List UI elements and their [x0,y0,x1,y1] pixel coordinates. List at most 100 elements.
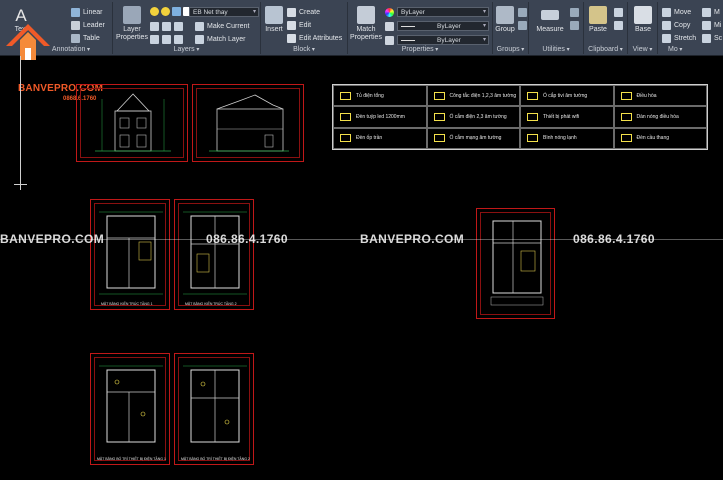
linetype-dropdown[interactable]: ByLayer [397,21,489,31]
create-block-button[interactable]: Create [287,8,320,17]
legend-label: Bình nóng lạnh [543,135,577,142]
modify-panel-title[interactable]: Mo [658,46,723,53]
color-wheel-icon [385,8,394,17]
move-button[interactable]: Move [662,8,691,17]
legend-label: Ổ cắp tivi âm tường [543,92,588,99]
watermark-brand-center: BANVEPRO.COM [360,232,465,246]
sheet-caption: MẶT BẰNG BỐ TRÍ THIẾT BỊ ĐIỆN TẦNG 1 [97,457,166,461]
floor-plan-sheet-2[interactable]: MẶT BẰNG KIẾN TRÚC TẦNG 2 [174,199,254,310]
layer-dropdown[interactable]: EB Net thay [189,7,259,17]
side-elevation-sheet[interactable] [192,84,304,162]
electrical-plan-sheet-2[interactable]: MẶT BẰNG BỐ TRÍ THIẾT BỊ ĐIỆN TẦNG 2 [174,353,254,465]
utilities-panel-title[interactable]: Utilities [529,46,583,53]
edit-block-icon [287,21,296,30]
layer-state-icons [150,7,192,16]
watermark-phone-right: 086.86.4.1760 [573,232,655,246]
ribbon: A Text Linear Leader Table Annotation La… [0,0,723,56]
layer-tools-row1 [150,22,183,31]
legend-label: Điều hòa [636,92,657,99]
measure-icon [541,10,559,20]
stretch-button[interactable]: Stretch [662,34,696,43]
layer-thaw-icon[interactable] [162,35,171,44]
floor-plan-sheet-3[interactable] [476,208,555,319]
legend-symbol-icon [527,91,538,100]
measure-button[interactable]: Measure [533,6,567,34]
layer-off-icon[interactable] [174,22,183,31]
legend-label: Ổ cắm điện 2,3 âm tường [449,113,507,120]
group-icon [496,6,514,24]
paste-button[interactable]: Paste [586,6,610,34]
side-elevation-drawing [209,94,289,152]
legend-symbol-icon [527,134,538,143]
mirror-icon [702,21,711,30]
view-panel: Base View [628,2,658,54]
cut-icon[interactable] [614,8,623,17]
layer-on-icon[interactable] [174,35,183,44]
legend-cell: Đèn ốp trần [333,127,427,149]
make-current-button[interactable]: Make Current [195,22,249,31]
layer-freeze-icon[interactable] [162,22,171,31]
electrical-plan-sheet-1[interactable]: MẶT BẰNG BỐ TRÍ THIẾT BỊ ĐIỆN TẦNG 1 [90,353,170,465]
legend-cell: Tủ điện tổng [333,85,427,107]
layer-properties-button[interactable]: Layer Properties [115,6,149,42]
legend-cell: Công tắc điện 1,2,3 âm tường [426,85,520,107]
watermark-brand-left: BANVEPRO.COM [0,232,105,246]
block-panel-title[interactable]: Block [261,46,347,53]
scale-icon [702,34,711,43]
legend-symbol-icon [620,134,632,143]
legend-cell: Bình nóng lạnh [520,127,614,149]
edit-attributes-icon [287,34,296,43]
lineweight-icon [385,36,394,45]
legend-cell: Ổ cắm mạng âm tường [426,127,520,149]
legend-label: Tủ điện tổng [356,92,384,99]
match-properties-button[interactable]: Match Properties [350,6,382,42]
copy-button[interactable]: Copy [662,21,690,30]
legend-cell: Thiết bị phát wifi [520,106,614,128]
edit-attributes-button[interactable]: Edit Attributes [287,34,342,43]
ungroup-icon[interactable] [518,8,527,17]
floor-plan-sheet-1[interactable]: MẶT BẰNG KIẾN TRÚC TẦNG 1 [90,199,170,310]
quick-calc-icon[interactable] [570,8,579,17]
clipboard-panel-title[interactable]: Clipboard [584,46,627,53]
match-properties-icon [357,6,375,24]
legend-cell: Đèn cầu thang [613,127,707,149]
color-dropdown[interactable]: ByLayer [397,7,489,17]
copy-clip-icon[interactable] [614,21,623,30]
base-button[interactable]: Base [630,6,656,34]
layer-properties-icon [123,6,141,24]
legend-symbol-icon [620,91,632,100]
legend-cell: Đèn tuýp led 1200mm [333,106,427,128]
modify-tool-m-button[interactable]: M [702,8,720,17]
properties-panel-title[interactable]: Properties [348,46,492,53]
lightbulb-icon[interactable] [150,7,159,16]
lock-icon[interactable] [172,7,181,16]
legend-cell: Ổ cắp tivi âm tường [520,85,614,107]
mirror-button[interactable]: Mi [702,21,721,30]
electrical-plan-drawing-1 [99,365,163,443]
cursor-crosshair-vertical [20,56,21,190]
lineweight-dropdown[interactable]: ByLayer [397,35,489,45]
floor-plan-drawing-2 [183,211,247,295]
move-icon [662,8,671,17]
id-point-icon[interactable] [570,21,579,30]
legend-symbol-icon [527,112,538,121]
modify-tool-m-icon [702,8,711,17]
block-panel: Insert Create Edit Edit Attributes Block [261,2,348,54]
view-panel-title[interactable]: View [628,46,657,53]
layer-isolate-icon[interactable] [150,22,159,31]
edit-block-button[interactable]: Edit [287,21,311,30]
electrical-legend-table[interactable]: Tủ điện tổng Công tắc điện 1,2,3 âm tường… [332,84,708,150]
insert-button[interactable]: Insert [263,6,285,34]
groups-panel-title[interactable]: Groups [493,46,528,53]
group-edit-icon[interactable] [518,21,527,30]
layer-unisolate-icon[interactable] [150,35,159,44]
layers-panel-title[interactable]: Layers [113,46,260,53]
legend-cell: Dàn nóng điều hòa [613,106,707,128]
match-layer-button[interactable]: Match Layer [195,35,246,44]
front-elevation-sheet[interactable] [76,84,188,162]
scale-button[interactable]: Sc [702,34,722,43]
sun-icon[interactable] [161,7,170,16]
group-button[interactable]: Group [494,6,516,34]
front-elevation-drawing [95,93,171,152]
legend-symbol-icon [433,112,445,121]
